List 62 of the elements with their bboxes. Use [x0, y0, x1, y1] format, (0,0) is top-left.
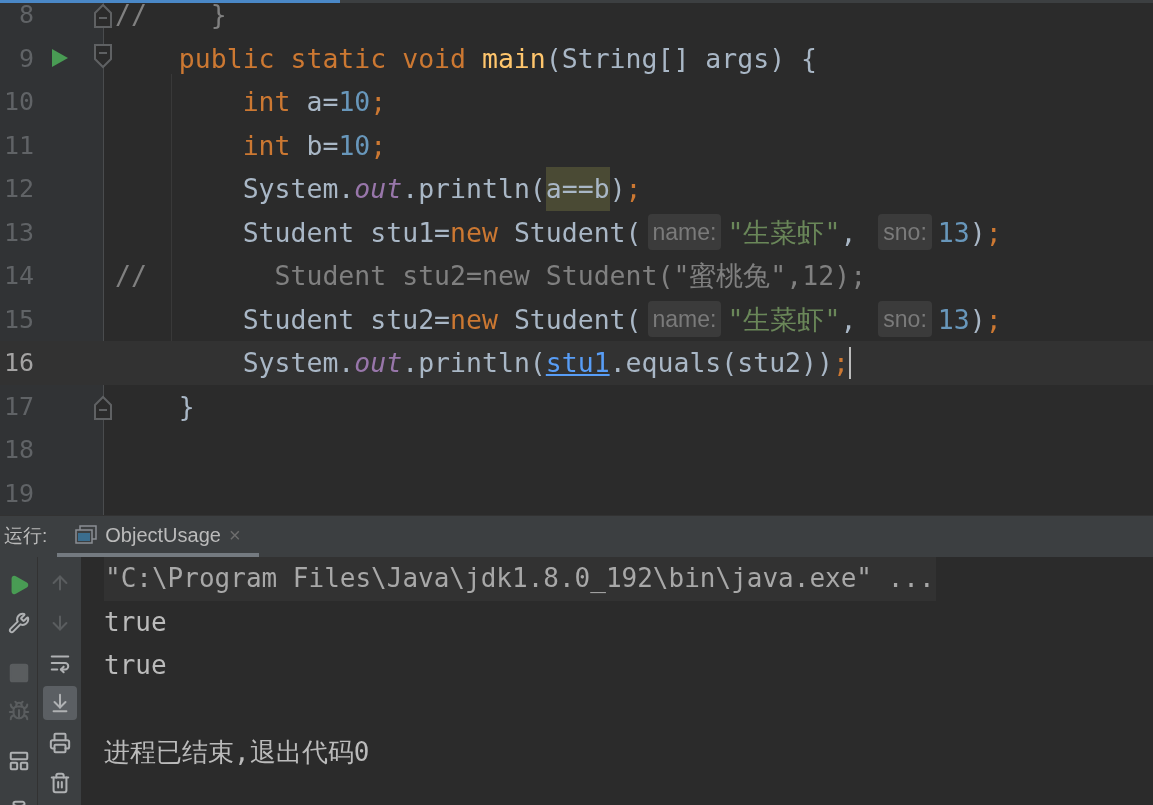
- code-token: int: [241, 85, 291, 119]
- code-token: .println(: [402, 346, 546, 380]
- console-command: "C:\Program Files\Java\jdk1.8.0_192\bin\java.exe" ...: [104, 557, 936, 601]
- code-token: System.: [241, 346, 355, 380]
- code-token: public static void: [177, 41, 467, 76]
- console-output: true: [104, 605, 167, 639]
- run-label: 运行:: [4, 524, 48, 549]
- layout-icon[interactable]: [7, 750, 30, 772]
- window-icon: [75, 524, 98, 545]
- console-output: 进程已结束,退出代码0: [104, 736, 370, 770]
- code-token: .equals(stu2)): [609, 346, 833, 380]
- code-token: Student(: [512, 302, 642, 337]
- code-token: ): [609, 172, 626, 206]
- code-token: ): [969, 302, 986, 337]
- code-token: "生菜虾": [727, 215, 841, 250]
- line-number: 16: [2, 350, 34, 376]
- fold-icon[interactable]: [93, 42, 113, 69]
- printer-icon: [48, 732, 71, 754]
- text-caret: [848, 346, 851, 379]
- parameter-hint: sno:: [878, 214, 932, 251]
- fold-icon[interactable]: [93, 3, 113, 29]
- code-token: a==b: [545, 167, 610, 211]
- code-token: Student(: [512, 215, 642, 250]
- code-token: new: [450, 302, 498, 337]
- code-token: int: [241, 128, 291, 163]
- parameter-hint: name:: [647, 301, 722, 338]
- code-token: (String[] args) {: [545, 41, 817, 76]
- console-output: true: [104, 649, 167, 683]
- code-token: 13: [937, 215, 970, 250]
- code-token: 13: [937, 302, 970, 337]
- code-comment: // }: [115, 3, 227, 32]
- wrench-icon[interactable]: [7, 612, 30, 634]
- code-token: a=: [305, 85, 339, 119]
- code-link[interactable]: stu1: [545, 341, 610, 385]
- code-token: ;: [985, 215, 1002, 250]
- code-token: ;: [625, 172, 642, 206]
- code-comment: // Student stu2=new Student("蜜桃兔",12);: [115, 259, 867, 293]
- code-token: Student stu1=: [241, 215, 451, 250]
- trash-icon: [48, 772, 71, 794]
- code-token: System.: [241, 172, 355, 206]
- code-token: b=: [305, 128, 339, 163]
- code-token: .println(: [402, 172, 546, 206]
- code-token: main: [481, 41, 546, 76]
- code-token: 10: [338, 85, 371, 119]
- code-token: ;: [370, 128, 387, 163]
- code-token: new: [450, 215, 498, 250]
- code-token: ,: [840, 302, 858, 337]
- code-token: out: [354, 346, 403, 380]
- code-token: 10: [338, 128, 371, 163]
- code-token: ;: [370, 85, 387, 119]
- code-token: ,: [840, 215, 858, 250]
- code-token: ;: [833, 346, 849, 380]
- code-token: out: [354, 172, 403, 206]
- code-token: }: [177, 389, 195, 424]
- code-token: ;: [985, 302, 1002, 337]
- scroll-to-end-button[interactable]: [42, 686, 77, 720]
- run-icon[interactable]: [51, 48, 69, 69]
- parameter-hint: sno:: [878, 301, 932, 338]
- parameter-hint: name:: [647, 214, 722, 251]
- code-token: ): [969, 215, 986, 250]
- code-token: Student stu2=: [241, 302, 451, 337]
- code-token: "生菜虾": [727, 302, 841, 337]
